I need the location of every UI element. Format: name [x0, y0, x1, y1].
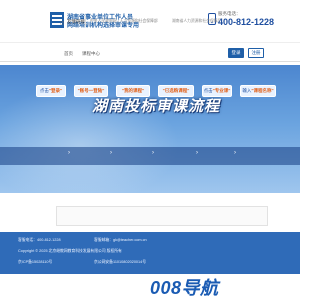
- divider: [85, 16, 86, 26]
- login-button[interactable]: 登录: [228, 48, 244, 58]
- step-login: 点击"登录": [36, 85, 66, 97]
- footer-copyright: Copyright © 2025 北京继教网教育科技发展有限公司 版权所有: [18, 249, 122, 253]
- site-footer: 客服电话：400-812-1228 客服邮箱：gk@teacher.com.cn…: [0, 232, 300, 274]
- step-account: "账号一登陆": [74, 85, 108, 97]
- step-prefix: 点击: [203, 88, 213, 93]
- nav-item-home[interactable]: 首页: [64, 51, 73, 57]
- step-highlight: "我的课程": [121, 88, 145, 93]
- register-button[interactable]: 注册: [248, 48, 264, 58]
- arrow-right-icon: ›: [68, 150, 70, 156]
- step-prefix: 输入: [242, 88, 252, 93]
- step-purchased: "已选购课程": [158, 85, 194, 97]
- footer-hotline: 客服电话：400-812-1228: [18, 238, 61, 242]
- footer-icp[interactable]: 京ICP备15028110号: [18, 260, 52, 265]
- arrow-right-icon: ›: [196, 150, 198, 156]
- arrow-right-icon: ›: [152, 150, 154, 156]
- nav-item-course-center[interactable]: 课程中心: [82, 51, 100, 57]
- arrow-right-icon: ›: [234, 150, 236, 156]
- step-my-courses: "我的课程": [116, 85, 150, 97]
- step-course-name: 输入"课程名称": [240, 85, 276, 97]
- banner-title: 湖南投标审课流程: [92, 98, 221, 115]
- arrow-right-icon: ›: [110, 150, 112, 156]
- link-gov-mohrss[interactable]: 中央人民政府网 | 人力资源和社会保障部: [90, 19, 158, 24]
- phone-number: 400-812-1228: [218, 17, 275, 27]
- friendly-links-section: [0, 196, 300, 230]
- links-box: [56, 206, 268, 226]
- step-highlight: "登录": [48, 88, 63, 93]
- link-hunan-hrss[interactable]: 湖南省人力资源和社会保障厅: [172, 19, 221, 24]
- step-prefix: 点击: [39, 88, 49, 93]
- step-highlight: "已选购课程": [162, 88, 190, 93]
- watermark-logo: 008导航: [150, 278, 219, 298]
- step-professional: 点击"专业课": [202, 85, 232, 97]
- link-icon: ◫: [60, 20, 65, 25]
- footer-email: 客服邮箱：gk@teacher.com.cn: [94, 238, 147, 242]
- links-label: 友情链接: [67, 19, 85, 24]
- step-highlight: "专业课": [212, 88, 231, 93]
- step-highlight: "账号一登陆": [77, 88, 105, 93]
- footer-police-record[interactable]: 京公网安备11010802020014号: [94, 260, 146, 265]
- steps-band: [0, 147, 300, 165]
- step-highlight: "课程名称": [251, 88, 274, 93]
